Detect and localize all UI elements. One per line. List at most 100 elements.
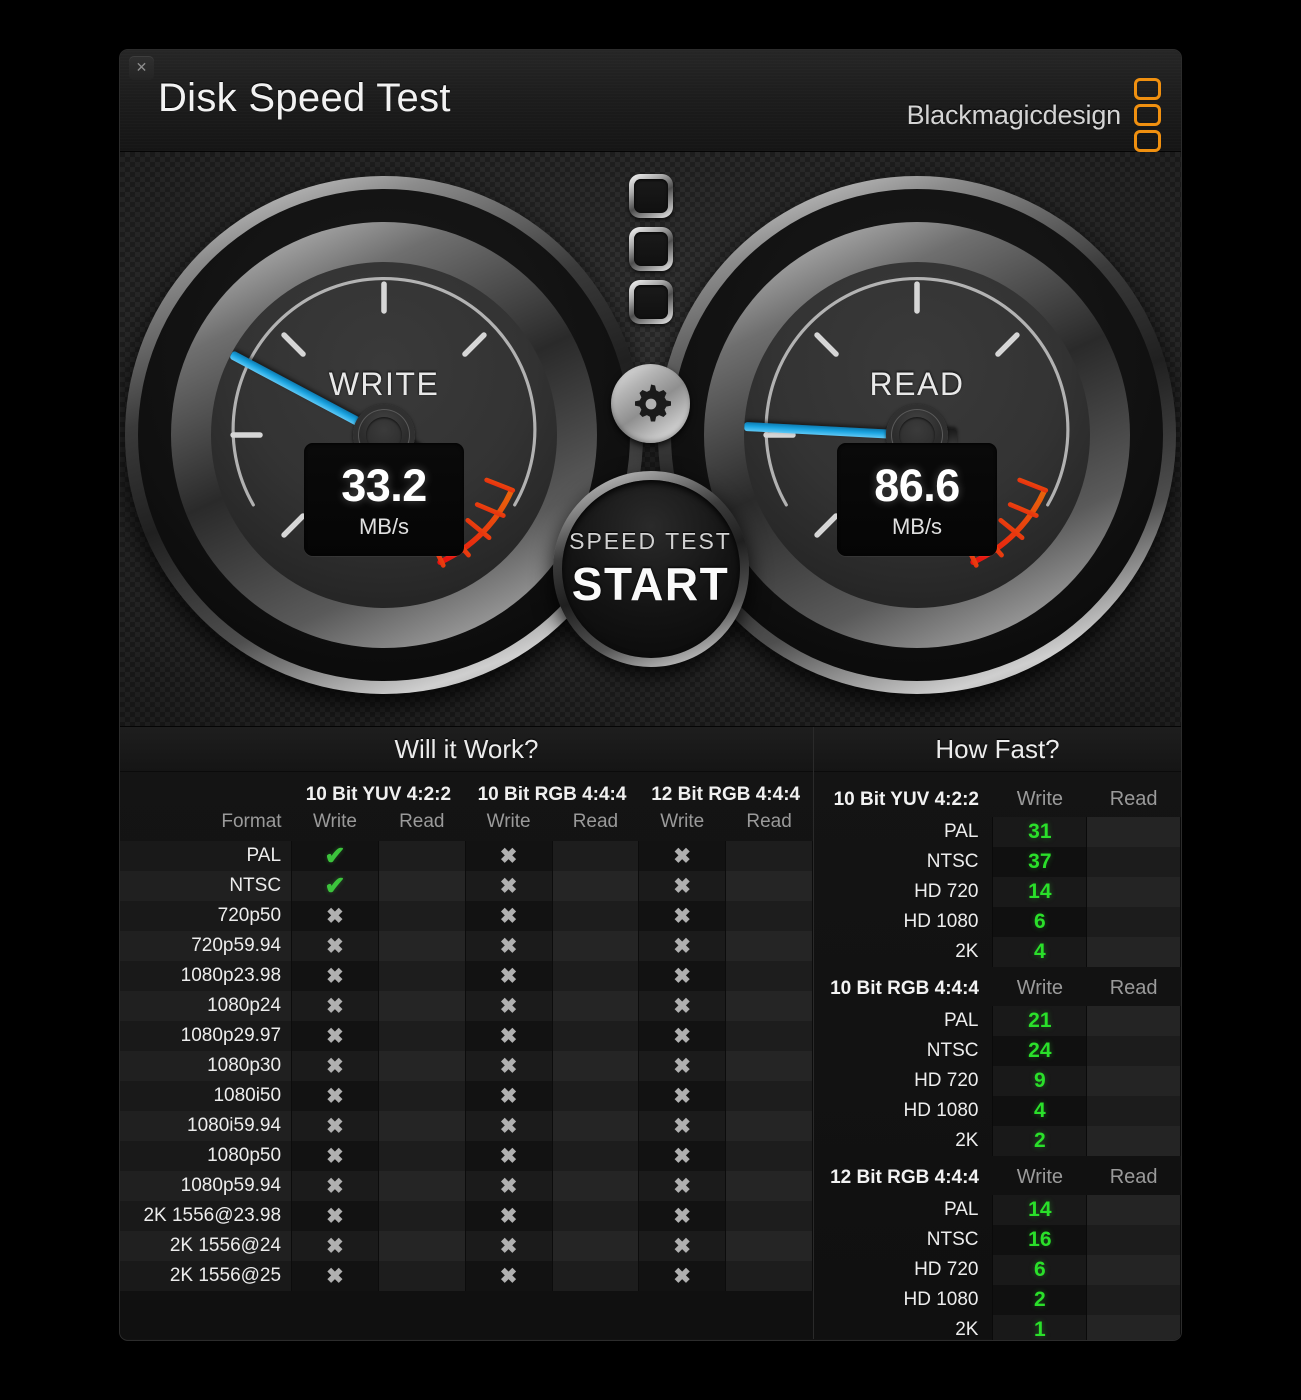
write-support-cell: ✖ <box>638 1201 727 1231</box>
indicator-lights <box>628 174 673 324</box>
read-fps-value <box>1086 937 1181 967</box>
start-button-sublabel: SPEED TEST <box>569 527 732 554</box>
read-support-cell <box>377 1261 466 1291</box>
cross-icon: ✖ <box>673 1234 692 1258</box>
cross-icon: ✖ <box>673 1144 692 1168</box>
cross-icon: ✖ <box>499 994 518 1018</box>
read-support-cell <box>551 1231 640 1261</box>
write-support-cell: ✖ <box>291 1231 379 1261</box>
read-support-cell <box>377 871 466 901</box>
cross-icon: ✖ <box>673 1024 692 1048</box>
cross-icon: ✖ <box>326 994 344 1018</box>
resolution-label: NTSC <box>926 851 979 872</box>
read-support-cell <box>377 1141 466 1171</box>
write-support-cell: ✖ <box>291 1261 379 1291</box>
cross-icon: ✖ <box>326 1114 344 1138</box>
write-fps-value: 1 <box>992 1315 1088 1340</box>
write-support-cell: ✖ <box>638 841 727 871</box>
write-fps-value: 4 <box>992 937 1088 967</box>
write-support-cell: ✖ <box>464 931 553 961</box>
read-support-cell <box>551 1111 640 1141</box>
read-support-cell <box>725 1081 813 1111</box>
table-row: HD 1080 6 <box>814 907 1181 937</box>
format-label: 1080i59.94 <box>120 1111 292 1141</box>
cross-icon: ✖ <box>326 1204 344 1228</box>
cross-icon: ✖ <box>499 1204 518 1228</box>
column-header-read: Read <box>399 811 445 832</box>
will-it-work-rows: PAL ✔ ✖ ✖ NTSC ✔ ✖ ✖ 720p50 ✖ ✖ ✖ 720p59.94 ✖ ✖ ✖ 1080p2… <box>120 841 813 1291</box>
gauge-chrome-ring: WRITE 33.2 MB/s <box>171 222 597 648</box>
column-header-write: Write <box>1016 788 1064 810</box>
gauge-scale-graphics <box>230 276 537 568</box>
resolution-label: 2K <box>955 1130 979 1151</box>
read-support-cell <box>551 841 640 871</box>
table-row: NTSC 24 <box>814 1036 1181 1066</box>
write-support-cell: ✖ <box>638 931 727 961</box>
format-label: 1080p24 <box>120 991 292 1021</box>
read-fps-value <box>1086 1315 1181 1340</box>
brand-logo: Blackmagicdesign <box>907 78 1161 152</box>
will-it-work-title: Will it Work? <box>120 727 813 772</box>
read-support-cell <box>551 901 640 931</box>
write-fps-value: 16 <box>992 1225 1088 1255</box>
column-header-write: Write <box>312 811 357 832</box>
resolution-label: HD 720 <box>914 1259 979 1280</box>
read-support-cell <box>377 931 466 961</box>
cross-icon: ✖ <box>673 994 692 1018</box>
page-title: Disk Speed Test <box>158 76 451 120</box>
table-row: NTSC 37 <box>814 847 1181 877</box>
table-row: 1080i50 ✖ ✖ ✖ <box>120 1081 813 1111</box>
table-row: PAL 14 <box>814 1195 1181 1225</box>
cross-icon: ✖ <box>499 1234 518 1258</box>
table-row: HD 1080 2 <box>814 1285 1181 1315</box>
table-header: 10 Bit YUV 4:2:2 10 Bit RGB 4:4:4 12 Bit… <box>120 776 813 841</box>
resolution-label: 2K <box>955 941 979 962</box>
write-support-cell: ✖ <box>464 1141 553 1171</box>
table-row: PAL ✔ ✖ ✖ <box>120 841 813 871</box>
write-support-cell: ✖ <box>464 1201 553 1231</box>
column-header-read: Read <box>1109 1166 1158 1188</box>
disk-speed-test-window: ✕ Disk Speed Test Blackmagicdesign WRITE… <box>120 50 1181 1340</box>
read-fps-value <box>1086 1285 1181 1315</box>
read-fps-value <box>1086 1225 1181 1255</box>
write-support-cell: ✖ <box>638 901 727 931</box>
center-controls: SPEED TEST START <box>546 164 756 714</box>
read-support-cell <box>551 1171 640 1201</box>
read-support-cell <box>725 1261 813 1291</box>
cross-icon: ✖ <box>673 904 692 928</box>
read-fps-value <box>1086 907 1181 937</box>
read-support-cell <box>551 1021 640 1051</box>
read-support-cell <box>377 841 466 871</box>
settings-button[interactable] <box>611 364 690 443</box>
write-support-cell: ✖ <box>291 931 379 961</box>
cross-icon: ✖ <box>673 1174 692 1198</box>
table-row: HD 1080 4 <box>814 1096 1181 1126</box>
column-header-write: Write <box>486 811 531 832</box>
write-support-cell: ✖ <box>638 1261 727 1291</box>
cross-icon: ✖ <box>499 1114 518 1138</box>
write-support-cell: ✖ <box>464 1021 553 1051</box>
group-header-row: 10 Bit YUV 4:2:2 10 Bit RGB 4:4:4 12 Bit… <box>120 776 813 808</box>
table-row: 2K 1556@24 ✖ ✖ ✖ <box>120 1231 813 1261</box>
write-support-cell: ✖ <box>464 991 553 1021</box>
write-support-cell: ✖ <box>464 1051 553 1081</box>
format-label: 1080i50 <box>120 1081 292 1111</box>
write-support-cell: ✔ <box>291 871 379 901</box>
close-icon[interactable]: ✕ <box>129 56 154 80</box>
read-support-cell <box>725 871 813 901</box>
table-row: 720p50 ✖ ✖ ✖ <box>120 901 813 931</box>
column-header-read: Read <box>746 811 792 832</box>
read-support-cell <box>725 1051 813 1081</box>
indicator-light-icon <box>628 227 673 271</box>
write-support-cell: ✖ <box>638 1141 727 1171</box>
resolution-label: PAL <box>943 1199 979 1220</box>
format-label: 720p59.94 <box>120 931 292 961</box>
table-row: NTSC ✔ ✖ ✖ <box>120 871 813 901</box>
write-support-cell: ✖ <box>291 1051 379 1081</box>
read-support-cell <box>377 991 466 1021</box>
write-fps-value: 2 <box>992 1126 1088 1156</box>
speed-test-start-button[interactable]: SPEED TEST START <box>552 471 749 667</box>
cross-icon: ✖ <box>499 964 518 988</box>
gear-icon <box>634 384 671 421</box>
format-label: 1080p50 <box>120 1141 292 1171</box>
